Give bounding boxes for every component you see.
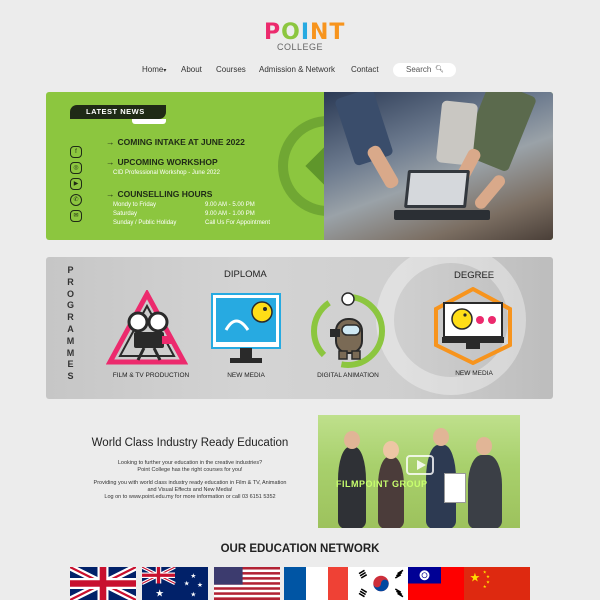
photo-caption: FILMPOINT GROUP: [336, 479, 428, 489]
world-class-line: and Visual Effects and New Media!: [147, 487, 233, 493]
search-input[interactable]: Search 🔍︎: [393, 63, 456, 77]
programmes-label-text: PROGRAMMES: [66, 265, 76, 382]
play-icon[interactable]: [406, 455, 434, 475]
youtube-icon[interactable]: ▶: [70, 178, 82, 190]
students-laptop-photo: [324, 92, 553, 240]
arrow-right-icon: →: [106, 189, 115, 199]
svg-text:★: ★: [184, 580, 190, 588]
news-heading: UPCOMING WORKSHOP: [117, 157, 218, 167]
person-head: [383, 441, 399, 459]
australia-flag-icon[interactable]: ★ ★ ★ ★ ★: [142, 567, 208, 600]
course-label-new-media[interactable]: NEW MEDIA: [206, 372, 286, 379]
laptop-image: [404, 170, 470, 208]
hours-day: Saturday: [113, 211, 138, 217]
france-flag-icon[interactable]: [284, 567, 350, 600]
film-tv-course-card[interactable]: [105, 288, 189, 368]
person-figure: [468, 455, 502, 528]
person-head: [344, 431, 360, 449]
search-placeholder: Search: [406, 65, 432, 74]
animation-character-icon: [311, 292, 385, 368]
nav-courses[interactable]: Courses: [216, 64, 246, 76]
latest-news-banner[interactable]: LATEST NEWS f ◎ ▶ ✆ ✉ → COMING INTAKE AT …: [46, 92, 553, 240]
monitor-icon: [211, 293, 281, 363]
laptop-base: [394, 210, 490, 220]
arrow-right-icon: →: [106, 157, 115, 167]
nav-about[interactable]: About: [181, 64, 202, 76]
svg-text:★: ★: [155, 589, 164, 600]
whatsapp-icon[interactable]: ✆: [70, 194, 82, 206]
hours-time: Call Us For Appointment: [205, 220, 271, 226]
svg-text:★: ★: [486, 574, 490, 580]
hours-time: 9.00 AM - 1.00 PM: [205, 211, 255, 217]
certificate-image: [444, 473, 466, 503]
education-network-title: OUR EDUCATION NETWORK: [220, 543, 380, 555]
chevron-down-icon: ▾: [163, 68, 167, 74]
world-class-line: Providing you with world class industry …: [93, 480, 287, 486]
uk-flag-icon[interactable]: [70, 567, 136, 600]
china-flag-icon[interactable]: ★ ★ ★ ★ ★: [464, 567, 530, 600]
news-subtext: CID Professional Workshop - June 2022: [113, 170, 220, 176]
nav-contact[interactable]: Contact: [351, 64, 379, 76]
usa-flag-icon[interactable]: [214, 567, 280, 600]
world-class-line[interactable]: Log on to www.point.edu.my for more info…: [60, 494, 320, 501]
course-label-film-tv[interactable]: FILM & TV PRODUCTION: [101, 372, 201, 379]
wechat-icon[interactable]: ✉: [70, 210, 82, 222]
film-camera-icon: [105, 288, 189, 365]
group-photo[interactable]: FILMPOINT GROUP: [318, 415, 520, 528]
nav-admission-network[interactable]: Admission & Network: [259, 64, 335, 76]
degree-title: DEGREE: [454, 270, 495, 281]
arrow-right-icon: →: [106, 137, 115, 147]
logo-wordmark: POINT: [264, 22, 344, 44]
hours-day: Sunday / Public Holiday: [113, 220, 177, 226]
person-head: [476, 437, 492, 455]
world-class-line: Point College has the right courses for …: [137, 467, 243, 473]
person-figure: [378, 457, 404, 528]
svg-text:★: ★: [190, 572, 196, 580]
nav-home[interactable]: Home▾: [142, 64, 166, 77]
new-media-course-card[interactable]: [210, 290, 282, 366]
news-heading: COMING INTAKE AT JUNE 2022: [117, 137, 245, 147]
course-label-digital-animation[interactable]: DIGITAL ANIMATION: [298, 372, 398, 379]
point-college-logo[interactable]: POINT COLLEGE: [264, 22, 344, 53]
programmes-vertical-label: PROGRAMMES: [65, 265, 77, 383]
news-heading: COUNSELLING HOURS: [117, 189, 213, 199]
degree-new-media-course-card[interactable]: [432, 286, 514, 366]
digital-animation-course-card[interactable]: [308, 289, 388, 369]
search-icon[interactable]: 🔍︎: [435, 63, 444, 77]
diploma-title: DIPLOMA: [224, 269, 267, 280]
photo-arm: [472, 172, 508, 212]
world-class-line: Looking to further your education in the…: [117, 460, 263, 466]
hours-time: 9.00 AM - 5.00 PM: [205, 202, 255, 208]
degree-monitor-icon: [434, 286, 512, 366]
svg-text:★: ★: [470, 570, 481, 584]
instagram-icon[interactable]: ◎: [70, 162, 82, 174]
svg-text:★: ★: [197, 581, 203, 589]
main-nav: Home▾ About Courses Admission & Network …: [0, 64, 600, 78]
nav-home-label: Home: [142, 65, 164, 74]
programmes-banner: PROGRAMMES DIPLOMA DEGREE FILM & TV PROD…: [46, 257, 553, 399]
svg-text:★: ★: [483, 584, 487, 590]
news-item-counselling: → COUNSELLING HOURS: [106, 189, 212, 199]
latest-news-tab: LATEST NEWS: [70, 105, 166, 119]
world-class-title: World Class Industry Ready Education: [91, 437, 289, 449]
svg-text:★: ★: [190, 591, 196, 599]
course-label-degree-new-media[interactable]: NEW MEDIA: [434, 370, 514, 377]
hours-day: Mondy to Friday: [113, 202, 157, 208]
person-head: [433, 428, 449, 446]
news-item-workshop: → UPCOMING WORKSHOP: [106, 157, 218, 167]
latest-news-tab-accent: [132, 119, 166, 124]
korea-flag-icon[interactable]: [348, 567, 414, 600]
facebook-icon[interactable]: f: [70, 146, 82, 158]
news-item-intake: → COMING INTAKE AT JUNE 2022: [106, 137, 245, 147]
